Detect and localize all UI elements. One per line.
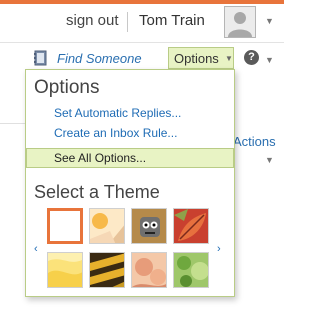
theme-thumb-yellow[interactable]: [47, 252, 83, 288]
header-separator: [127, 12, 128, 32]
options-button[interactable]: Options ▼: [168, 47, 234, 69]
actions-chevron-down-icon[interactable]: ▼: [265, 155, 274, 165]
menu-title: Options: [34, 77, 100, 98]
avatar[interactable]: [224, 6, 256, 38]
help-chevron-down-icon[interactable]: ▼: [265, 55, 274, 65]
see-all-options-item[interactable]: See All Options...: [26, 148, 234, 168]
chevron-down-icon: ▼: [225, 54, 233, 63]
find-someone-link[interactable]: Find Someone: [57, 51, 142, 66]
yellow-theme-swatch: [48, 253, 82, 287]
theme-thumb-green[interactable]: [173, 252, 209, 288]
theme-thumb-leaf[interactable]: [173, 208, 209, 244]
theme-thumb-sun[interactable]: [89, 208, 125, 244]
person-placeholder-icon: [225, 7, 255, 37]
top-accent-bar: [0, 0, 284, 4]
robot-theme-swatch: [132, 209, 166, 243]
theme-thumb-peach[interactable]: [131, 252, 167, 288]
set-automatic-replies-link[interactable]: Set Automatic Replies...: [54, 106, 181, 120]
create-inbox-rule-link[interactable]: Create an Inbox Rule...: [54, 126, 177, 140]
chevron-left-icon[interactable]: ‹: [34, 243, 38, 255]
theme-thumb-bee[interactable]: [89, 252, 125, 288]
peach-theme-swatch: [132, 253, 166, 287]
actions-menu-label[interactable]: Actions: [233, 134, 276, 149]
green-theme-swatch: [174, 253, 208, 287]
sign-out-link[interactable]: sign out: [66, 12, 119, 29]
options-dropdown-menu: Options Set Automatic Replies... Create …: [25, 69, 235, 297]
options-button-label: Options: [174, 51, 219, 66]
background-divider: [0, 123, 26, 124]
bee-theme-swatch: [90, 253, 124, 287]
see-all-options-label: See All Options...: [54, 151, 147, 165]
address-book-icon[interactable]: [33, 50, 49, 66]
theme-thumb-default[interactable]: [47, 208, 83, 244]
header-divider: [0, 42, 284, 43]
chevron-right-icon[interactable]: ›: [217, 243, 221, 255]
avatar-chevron-down-icon[interactable]: ▼: [265, 16, 274, 26]
theme-section-title: Select a Theme: [34, 182, 160, 202]
help-icon[interactable]: ?: [244, 50, 259, 65]
theme-thumb-robot[interactable]: [131, 208, 167, 244]
leaf-theme-swatch: [174, 209, 208, 243]
user-name[interactable]: Tom Train: [139, 12, 205, 29]
sun-theme-swatch: [90, 209, 124, 243]
